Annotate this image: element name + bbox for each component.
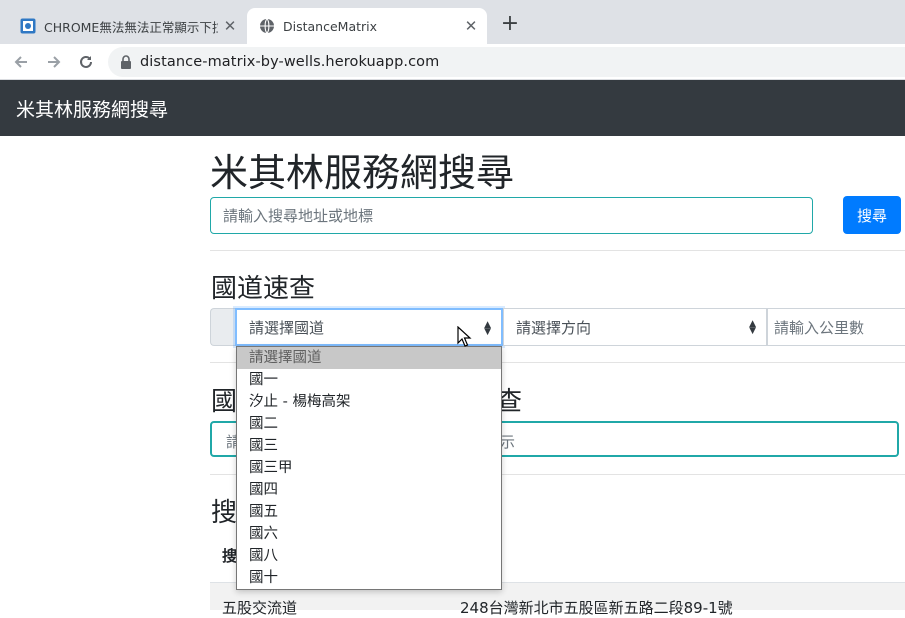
kilometer-placeholder: 請輸入公里數 — [774, 318, 865, 337]
section2-heading-left: 國 — [211, 387, 238, 417]
globe-icon — [260, 18, 274, 34]
dropdown-option[interactable]: 國五 — [237, 501, 501, 523]
table-header-left: 搜 — [222, 547, 238, 565]
browser-tabstrip: CHROME無法無法正常顯示下拉 ✕ DistanceMatrix ✕ + — [0, 0, 905, 44]
highway-section-heading: 國道速查 — [211, 274, 316, 304]
search-button[interactable]: 搜尋 — [843, 196, 901, 234]
new-tab-button[interactable]: + — [497, 12, 523, 38]
result-address: 248台灣新北市五股區新五路二段89-1號 — [460, 599, 733, 617]
highway-select-value: 請選擇國道 — [249, 318, 325, 337]
browser-tab-distancematrix[interactable]: DistanceMatrix ✕ — [247, 8, 487, 44]
direction-select[interactable]: 請選擇方向 ▲ ▼ — [503, 308, 767, 346]
site-navbar: 米其林服務網搜尋 — [0, 80, 905, 136]
mouse-cursor-icon — [457, 326, 472, 347]
reload-icon — [80, 55, 92, 68]
result-name: 五股交流道 — [222, 599, 298, 617]
dropdown-option[interactable]: 國二 — [237, 413, 501, 435]
ms-docs-icon — [20, 18, 36, 34]
direction-select-value: 請選擇方向 — [516, 318, 592, 337]
navbar-brand[interactable]: 米其林服務網搜尋 — [16, 95, 168, 122]
dropdown-option[interactable]: 國六 — [237, 523, 501, 545]
highway-dropdown-list[interactable]: 請選擇國道 國一 汐止 - 楊梅高架 國二 國三 國三甲 國四 國五 國六 國八… — [236, 346, 502, 590]
url-text: distance-matrix-by-wells.herokuapp.com — [140, 54, 440, 70]
section2-placeholder-right: 示 — [500, 433, 516, 451]
page-title: 米其林服務網搜尋 — [210, 151, 515, 195]
select-caret-icon: ▲ ▼ — [484, 320, 491, 337]
dropdown-option[interactable]: 國三 — [237, 435, 501, 457]
dropdown-option[interactable]: 汐止 - 楊梅高架 — [237, 391, 501, 413]
kilometer-input[interactable]: 請輸入公里數 — [767, 308, 905, 346]
browser-tab-docs[interactable]: CHROME無法無法正常顯示下拉 ✕ — [8, 8, 246, 44]
tab-title: CHROME無法無法正常顯示下拉 — [44, 19, 218, 35]
dropdown-option[interactable]: 國八 — [237, 545, 501, 567]
address-search-input[interactable] — [210, 197, 813, 234]
forward-button[interactable] — [42, 50, 66, 74]
divider — [210, 250, 905, 251]
dropdown-option[interactable]: 國三甲 — [237, 457, 501, 479]
select-caret-icon: ▲ ▼ — [749, 319, 756, 336]
lock-icon — [121, 55, 131, 69]
dropdown-option[interactable]: 請選擇國道 — [237, 347, 501, 369]
dropdown-option[interactable]: 國四 — [237, 479, 501, 501]
section3-heading-left: 搜 — [211, 498, 238, 528]
address-bar[interactable]: distance-matrix-by-wells.herokuapp.com — [108, 47, 905, 77]
back-button[interactable] — [9, 50, 33, 74]
close-tab-icon[interactable]: ✕ — [218, 17, 242, 35]
input-group-prepend — [210, 308, 236, 346]
reload-button[interactable] — [74, 50, 98, 74]
back-arrow-icon — [14, 56, 27, 68]
dropdown-option[interactable]: 國十 — [237, 567, 501, 589]
browser-toolbar: distance-matrix-by-wells.herokuapp.com — [0, 44, 905, 80]
tab-title: DistanceMatrix — [283, 18, 378, 34]
dropdown-option[interactable]: 國一 — [237, 369, 501, 391]
close-tab-icon[interactable]: ✕ — [459, 17, 483, 35]
forward-arrow-icon — [48, 56, 61, 68]
